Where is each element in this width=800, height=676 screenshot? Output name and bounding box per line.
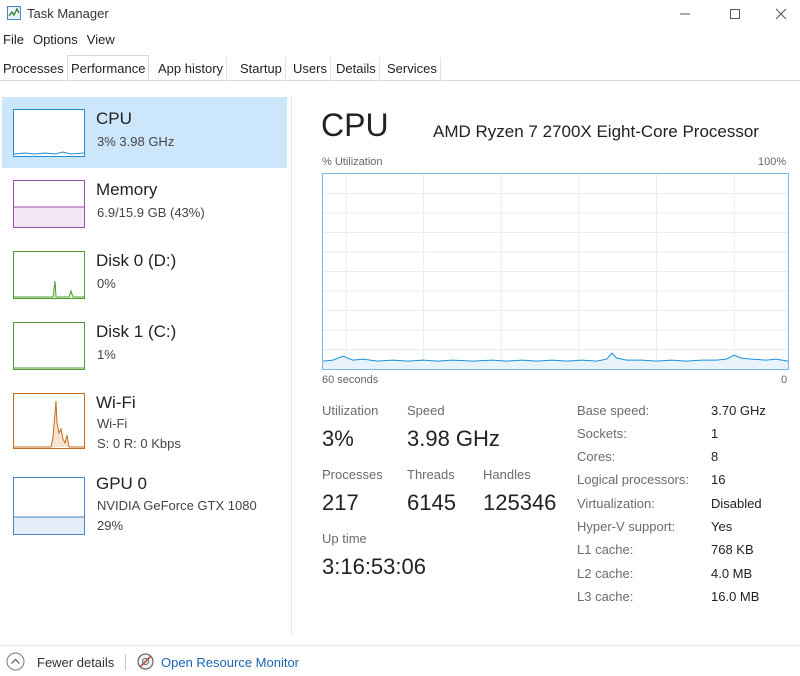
sidebar-item-cpu[interactable]: CPU 3% 3.98 GHz bbox=[2, 97, 287, 168]
sidebar-item-detail: 1% bbox=[97, 347, 116, 362]
detail-value: Disabled bbox=[711, 496, 762, 511]
sidebar-item-title: Wi-Fi bbox=[96, 393, 136, 412]
wifi-thumbnail-graph bbox=[13, 393, 85, 449]
resource-monitor-icon[interactable] bbox=[137, 653, 154, 670]
max-axis-label: 100% bbox=[758, 156, 787, 168]
cpu-usage-line bbox=[323, 352, 788, 362]
detail-key: L2 cache: bbox=[577, 566, 634, 581]
detail-value: 16.0 MB bbox=[711, 589, 760, 604]
footer-separator bbox=[125, 654, 126, 670]
detail-key: Sockets: bbox=[577, 426, 627, 441]
page-title: CPU bbox=[321, 107, 389, 143]
detail-value: 8 bbox=[711, 449, 719, 464]
cpu-thumbnail-graph bbox=[13, 109, 85, 157]
detail-key: Hyper-V support: bbox=[577, 519, 676, 534]
speed-value: 3.98 GHz bbox=[407, 426, 500, 451]
sidebar-item-detail-2: 29% bbox=[97, 518, 124, 533]
uptime-value: 3:16:53:06 bbox=[322, 554, 426, 579]
processes-value: 217 bbox=[322, 490, 359, 515]
sidebar-item-detail: 0% bbox=[97, 276, 116, 291]
menu-file[interactable]: File bbox=[1, 32, 26, 52]
sidebar-item-disk0[interactable]: Disk 0 (D:) 0% bbox=[2, 239, 287, 310]
menu-bar: File Options View bbox=[0, 32, 122, 52]
sidebar-item-wifi[interactable]: Wi-Fi Wi-Fi S: 0 R: 0 Kbps bbox=[2, 381, 287, 452]
sidebar-item-memory[interactable]: Memory 6.9/15.9 GB (43%) bbox=[2, 168, 287, 239]
memory-thumbnail-graph bbox=[13, 180, 85, 228]
detail-value: 16 bbox=[711, 472, 726, 487]
utilization-axis-label: % Utilization bbox=[322, 156, 383, 168]
handles-value: 125346 bbox=[483, 490, 557, 515]
disk0-thumbnail-graph bbox=[13, 251, 85, 299]
sidebar-item-detail: Wi-Fi bbox=[97, 416, 128, 431]
sidebar-item-title: CPU bbox=[96, 109, 132, 128]
processor-name: AMD Ryzen 7 2700X Eight-Core Processor bbox=[433, 122, 759, 141]
zero-axis-label: 0 bbox=[781, 374, 788, 386]
handles-label: Handles bbox=[483, 467, 531, 482]
tab-services[interactable]: Services bbox=[384, 57, 441, 81]
detail-key: L3 cache: bbox=[577, 589, 634, 604]
chevron-up-circle-icon[interactable] bbox=[6, 652, 25, 671]
tab-app-history[interactable]: App history bbox=[155, 57, 228, 81]
tab-performance[interactable]: Performance bbox=[67, 55, 150, 80]
sidebar-item-gpu0[interactable]: GPU 0 NVIDIA GeForce GTX 1080 29% bbox=[2, 465, 287, 536]
title-bar: Task Manager bbox=[0, 0, 800, 28]
open-resource-monitor-link[interactable]: Open Resource Monitor bbox=[161, 655, 299, 670]
gpu-thumbnail-graph bbox=[13, 477, 85, 535]
detail-key: Cores: bbox=[577, 449, 616, 464]
sidebar-item-detail: NVIDIA GeForce GTX 1080 bbox=[97, 498, 257, 513]
detail-value: Yes bbox=[711, 519, 733, 534]
utilization-label: Utilization bbox=[322, 403, 379, 418]
detail-value: 3.70 GHz bbox=[711, 403, 766, 418]
close-button[interactable] bbox=[758, 0, 800, 28]
utilization-value: 3% bbox=[322, 426, 354, 451]
tab-users[interactable]: Users bbox=[290, 57, 331, 81]
performance-sidebar: CPU 3% 3.98 GHz Memory 6.9/15.9 GB (43%)… bbox=[0, 95, 292, 635]
minimize-button[interactable] bbox=[662, 0, 708, 28]
sidebar-item-title: Memory bbox=[96, 180, 158, 199]
detail-key: Logical processors: bbox=[577, 472, 689, 487]
detail-key: Virtualization: bbox=[577, 496, 655, 511]
graph-gridlines bbox=[323, 174, 788, 369]
detail-value: 768 KB bbox=[711, 542, 754, 557]
window-title: Task Manager bbox=[27, 6, 109, 21]
cpu-utilization-graph bbox=[322, 173, 789, 370]
fewer-details-button[interactable]: Fewer details bbox=[37, 655, 114, 670]
close-icon bbox=[775, 8, 787, 20]
sidebar-item-title: GPU 0 bbox=[96, 474, 148, 493]
detail-value: 1 bbox=[711, 426, 719, 441]
sidebar-item-detail-2: S: 0 R: 0 Kbps bbox=[97, 436, 181, 451]
detail-key: Base speed: bbox=[577, 403, 650, 418]
minimize-icon bbox=[680, 13, 690, 15]
menu-view[interactable]: View bbox=[85, 32, 117, 52]
processes-label: Processes bbox=[322, 467, 383, 482]
tab-strip: Processes Performance App history Startu… bbox=[0, 55, 800, 81]
detail-key: L1 cache: bbox=[577, 542, 634, 557]
speed-label: Speed bbox=[407, 403, 445, 418]
tab-processes[interactable]: Processes bbox=[0, 57, 68, 81]
sidebar-item-detail: 6.9/15.9 GB (43%) bbox=[97, 205, 205, 220]
sidebar-item-title: Disk 0 (D:) bbox=[96, 251, 177, 270]
sidebar-item-title: Disk 1 (C:) bbox=[96, 322, 177, 341]
threads-label: Threads bbox=[407, 467, 455, 482]
uptime-label: Up time bbox=[322, 531, 367, 546]
threads-value: 6145 bbox=[407, 490, 456, 515]
maximize-icon bbox=[730, 9, 740, 19]
footer-bar: Fewer details Open Resource Monitor bbox=[0, 645, 800, 676]
maximize-button[interactable] bbox=[712, 0, 758, 28]
tab-details[interactable]: Details bbox=[333, 57, 380, 81]
task-manager-icon bbox=[7, 6, 21, 20]
sidebar-item-detail: 3% 3.98 GHz bbox=[97, 134, 175, 149]
sidebar-item-disk1[interactable]: Disk 1 (C:) 1% bbox=[2, 310, 287, 381]
detail-value: 4.0 MB bbox=[711, 566, 753, 581]
time-axis-label: 60 seconds bbox=[322, 374, 379, 386]
disk1-thumbnail-graph bbox=[13, 322, 85, 370]
cpu-usage-area bbox=[323, 353, 788, 369]
tab-startup[interactable]: Startup bbox=[237, 57, 286, 81]
menu-options[interactable]: Options bbox=[31, 32, 80, 52]
